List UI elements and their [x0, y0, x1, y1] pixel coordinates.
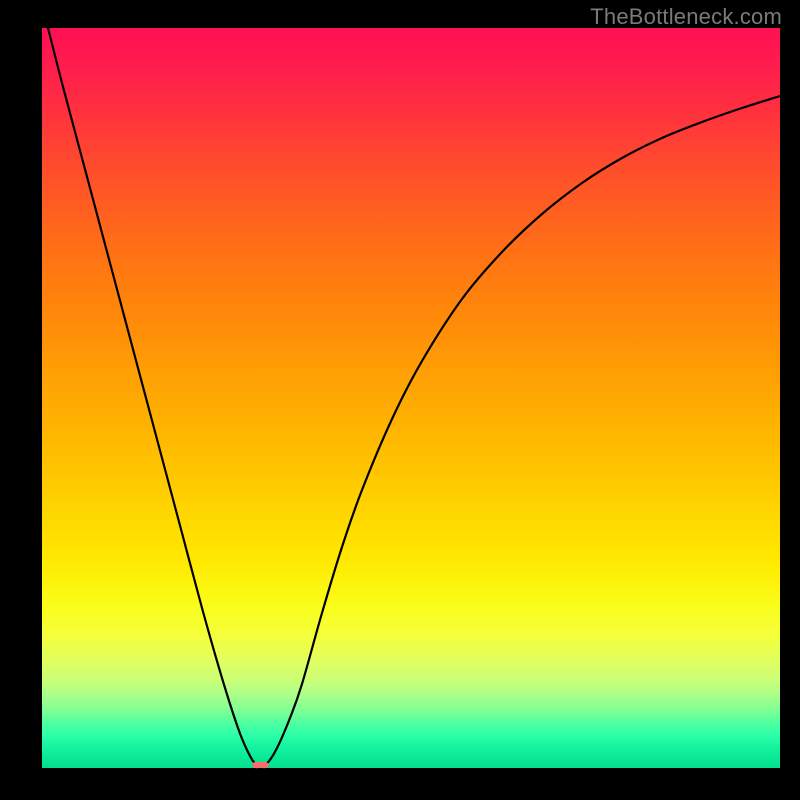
- curve-layer: [42, 28, 780, 768]
- watermark-label: TheBottleneck.com: [590, 4, 782, 30]
- marker-group: [252, 762, 269, 769]
- bottleneck-curve: [48, 28, 780, 766]
- chart-stage: TheBottleneck.com: [0, 0, 800, 800]
- marker-dot: [259, 762, 269, 769]
- plot-area: [42, 28, 780, 768]
